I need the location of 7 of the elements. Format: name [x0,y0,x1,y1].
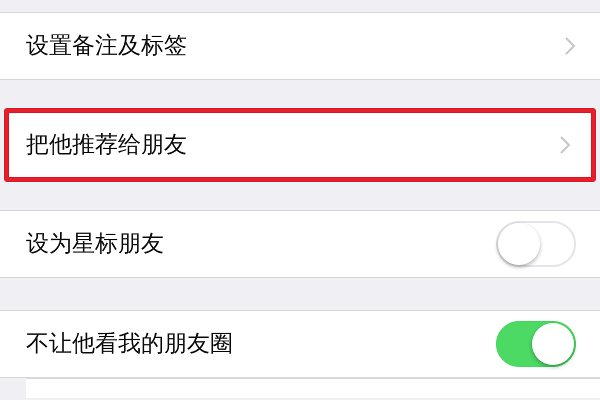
highlighted-settings-row[interactable]: 把他推荐给朋友 [4,108,596,182]
settings-row[interactable]: 设置备注及标签 [0,12,600,80]
chevron-right-icon [564,36,576,56]
chevron-right-icon [559,135,571,155]
toggle-switch[interactable] [496,321,576,367]
settings-row[interactable]: 不让他看我的朋友圈 [0,310,600,378]
settings-row[interactable]: 设为星标朋友 [0,210,600,278]
